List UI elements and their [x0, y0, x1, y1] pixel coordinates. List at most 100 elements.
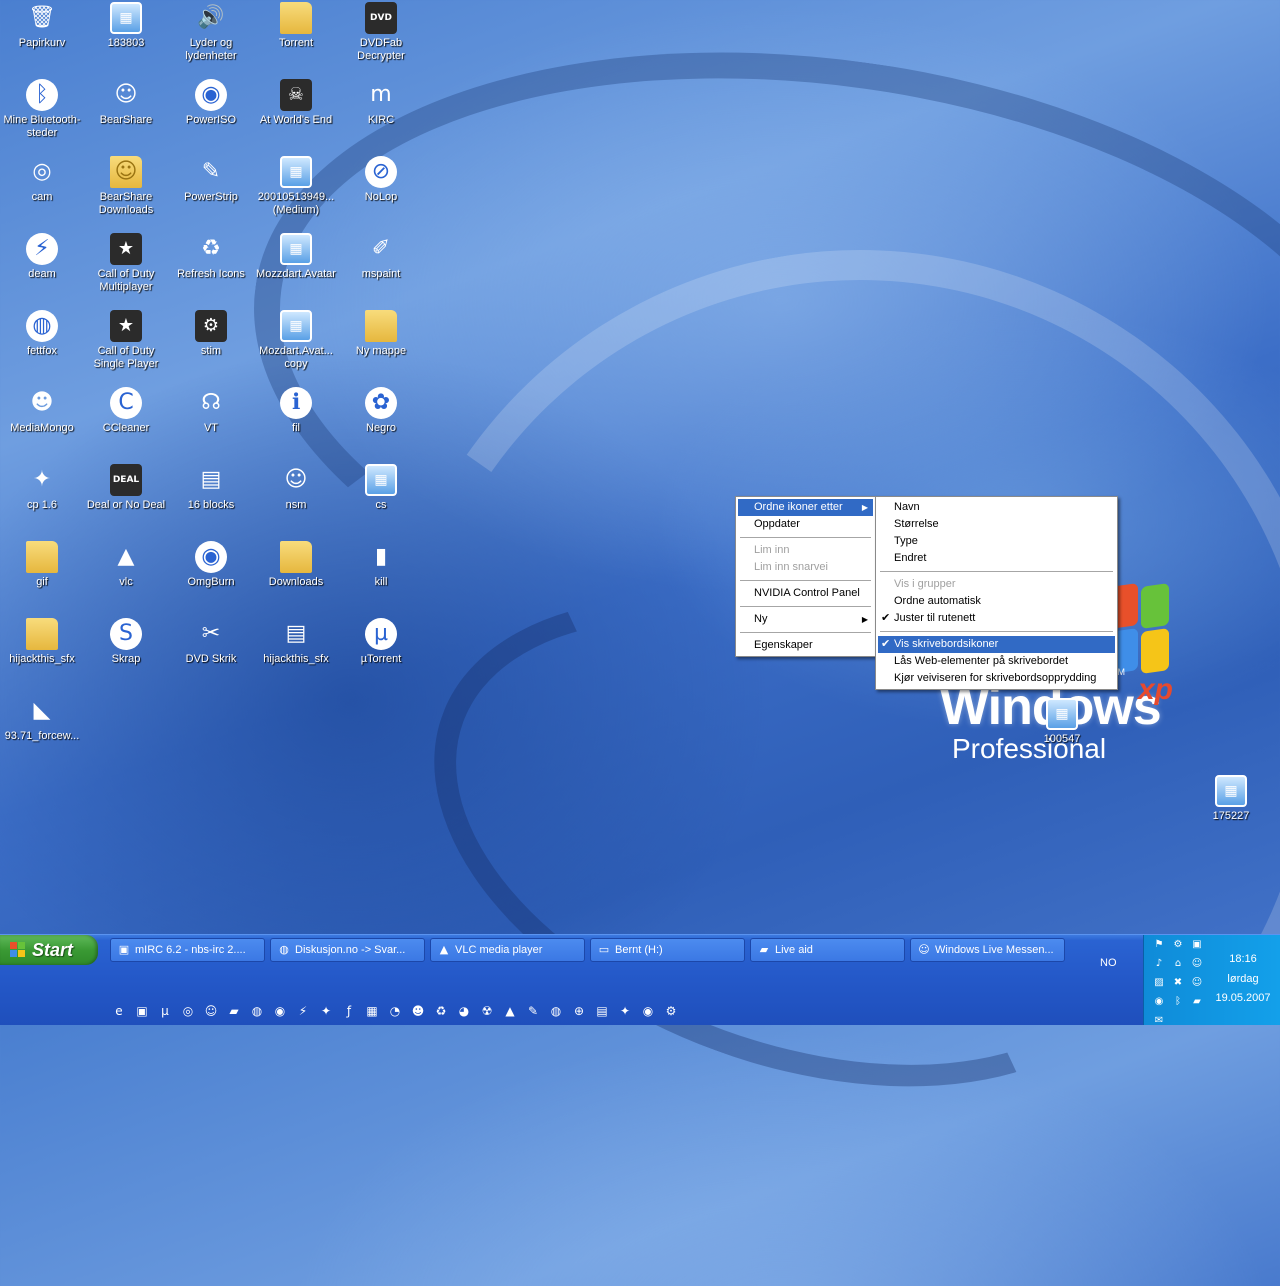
quick-launch-icon[interactable]: ◍ — [547, 1002, 565, 1020]
desktop-icon[interactable]: ☠ At World's End — [254, 79, 338, 127]
desktop-icon[interactable]: DVD DVDFab Decrypter — [339, 2, 423, 63]
tray-icon[interactable]: ⌂ — [1171, 957, 1185, 971]
context-menu-item[interactable]: NVIDIA Control Panel — [738, 585, 873, 602]
quick-launch-icon[interactable]: ▣ — [133, 1002, 151, 1020]
quick-launch-icon[interactable]: ☻ — [409, 1002, 427, 1020]
desktop-icon[interactable]: ✦ cp 1.6 — [0, 464, 84, 512]
desktop-icon[interactable]: gif — [0, 541, 84, 589]
desktop-icon[interactable]: m KIRC — [339, 79, 423, 127]
desktop-icon[interactable]: ℹ fil — [254, 387, 338, 435]
tray-icon[interactable]: ▣ — [1190, 938, 1204, 952]
desktop-icon[interactable]: ☺ BearShare — [84, 79, 168, 127]
quick-launch-icon[interactable]: ♻ — [432, 1002, 450, 1020]
quick-launch-icon[interactable]: ☺ — [202, 1002, 220, 1020]
desktop-icon[interactable]: hijackthis_sfx — [0, 618, 84, 666]
taskbar-button[interactable]: ☺ Windows Live Messen... — [910, 938, 1065, 962]
quick-launch-icon[interactable]: ▦ — [363, 1002, 381, 1020]
quick-launch-icon[interactable]: ▰ — [225, 1002, 243, 1020]
desktop-icon[interactable]: DEAL Deal or No Deal — [84, 464, 168, 512]
clock-day[interactable]: lørdag — [1208, 973, 1278, 985]
desktop-icon[interactable]: S Skrap — [84, 618, 168, 666]
taskbar-button[interactable]: ▲ VLC media player — [430, 938, 585, 962]
desktop-icon[interactable]: ⚡ deam — [0, 233, 84, 281]
clock-date[interactable]: 19.05.2007 — [1208, 992, 1278, 1004]
quick-launch-icon[interactable]: ◉ — [271, 1002, 289, 1020]
taskbar-button[interactable]: ▭ Bernt (H:) — [590, 938, 745, 962]
desktop-icon[interactable]: ✐ mspaint — [339, 233, 423, 281]
desktop-icon[interactable]: 🔊 Lyder og lydenheter — [169, 2, 253, 63]
desktop-icon[interactable]: ✿ Negro — [339, 387, 423, 435]
desktop-icon[interactable]: ◍ fettfox — [0, 310, 84, 358]
submenu-item[interactable]: ✔ Juster til rutenett — [878, 610, 1115, 627]
tray-icon[interactable]: ▨ — [1152, 976, 1166, 990]
submenu-item[interactable]: Navn — [878, 499, 1115, 516]
taskbar-button[interactable]: ▰ Live aid — [750, 938, 905, 962]
desktop-icon[interactable]: ◎ cam — [0, 156, 84, 204]
desktop-icon[interactable]: ▤ 16 blocks — [169, 464, 253, 512]
desktop-icon[interactable]: Downloads — [254, 541, 338, 589]
quick-launch-icon[interactable]: ◉ — [639, 1002, 657, 1020]
tray-icon[interactable]: ✖ — [1171, 976, 1185, 990]
submenu-item[interactable]: ✔ Vis skrivebordsikoner — [878, 636, 1115, 653]
tray-icon[interactable]: ☺ — [1190, 957, 1204, 971]
tray-icon[interactable]: ⚑ — [1152, 938, 1166, 952]
clock-time[interactable]: 18:16 — [1208, 953, 1278, 965]
quick-launch-icon[interactable]: ⊕ — [570, 1002, 588, 1020]
submenu-item[interactable]: Type — [878, 533, 1115, 550]
desktop-icon[interactable]: ◉ PowerISO — [169, 79, 253, 127]
quick-launch-icon[interactable]: µ — [156, 1002, 174, 1020]
quick-launch-icon[interactable]: ▤ — [593, 1002, 611, 1020]
quick-launch-icon[interactable]: e — [110, 1002, 128, 1020]
desktop-icon[interactable]: ✎ PowerStrip — [169, 156, 253, 204]
desktop-icon[interactable]: ☺ BearShare Downloads — [84, 156, 168, 217]
desktop-icon[interactable]: ⚙ stim — [169, 310, 253, 358]
desktop-icon[interactable]: ◣ 93.71_forcew... — [0, 695, 84, 743]
quick-launch-icon[interactable]: ⚡ — [294, 1002, 312, 1020]
desktop-icon[interactable]: ⊘ NoLop — [339, 156, 423, 204]
desktop-icon[interactable]: C CCleaner — [84, 387, 168, 435]
quick-launch-icon[interactable]: ◔ — [386, 1002, 404, 1020]
submenu-item[interactable]: Endret — [878, 550, 1115, 567]
taskbar-button[interactable]: ◍ Diskusjon.no -> Svar... — [270, 938, 425, 962]
context-menu-item[interactable]: Ny ▶ — [738, 611, 873, 628]
desktop-icon[interactable]: ▦ cs — [339, 464, 423, 512]
context-menu-item[interactable]: Oppdater — [738, 516, 873, 533]
quick-launch-icon[interactable]: ◎ — [179, 1002, 197, 1020]
desktop-icon[interactable]: ᛒ Mine Bluetooth-steder — [0, 79, 84, 140]
submenu-item[interactable]: Størrelse — [878, 516, 1115, 533]
submenu-item[interactable]: Ordne automatisk — [878, 593, 1115, 610]
desktop-icon[interactable]: ▦ 175227 — [1189, 775, 1273, 823]
desktop-icon[interactable]: 🗑 Papirkurv — [0, 2, 84, 50]
quick-launch-icon[interactable]: ✦ — [317, 1002, 335, 1020]
desktop-icon[interactable]: ☊ VT — [169, 387, 253, 435]
quick-launch-icon[interactable]: ƒ — [340, 1002, 358, 1020]
tray-icon[interactable]: ▰ — [1190, 995, 1204, 1009]
quick-launch-icon[interactable]: ✦ — [616, 1002, 634, 1020]
desktop-icon[interactable]: ▮ kill — [339, 541, 423, 589]
desktop-icon[interactable]: ☻ MediaMongo — [0, 387, 84, 435]
tray-icon[interactable]: ᛒ — [1171, 995, 1185, 1009]
desktop-icon[interactable]: ▦ Mozdart.Avat... copy — [254, 310, 338, 371]
desktop-icon[interactable]: Torrent — [254, 2, 338, 50]
quick-launch-icon[interactable]: ✎ — [524, 1002, 542, 1020]
desktop-icon[interactable]: µ µTorrent — [339, 618, 423, 666]
desktop-icon[interactable]: ▲ vlc — [84, 541, 168, 589]
desktop-icon[interactable]: ★ Call of Duty Multiplayer — [84, 233, 168, 294]
quick-launch-icon[interactable]: ◕ — [455, 1002, 473, 1020]
language-indicator[interactable]: NO — [1100, 957, 1117, 969]
tray-icon[interactable]: ☺ — [1190, 976, 1204, 990]
tray-icon[interactable]: ⚙ — [1171, 938, 1185, 952]
desktop-icon[interactable]: ♻ Refresh Icons — [169, 233, 253, 281]
quick-launch-icon[interactable]: ☢ — [478, 1002, 496, 1020]
tray-icon[interactable]: ♪ — [1152, 957, 1166, 971]
desktop-icon[interactable]: Ny mappe — [339, 310, 423, 358]
tray-icon[interactable]: ✉ — [1152, 1014, 1166, 1028]
desktop-icon[interactable]: ✂ DVD Skrik — [169, 618, 253, 666]
desktop-icon[interactable]: ▦ Mozzdart.Avatar — [254, 233, 338, 281]
taskbar-button[interactable]: ▣ mIRC 6.2 - nbs-irc 2.... — [110, 938, 265, 962]
desktop-icon[interactable]: ▦ 100547 — [1020, 698, 1104, 746]
quick-launch-icon[interactable]: ◍ — [248, 1002, 266, 1020]
desktop-icon[interactable]: ▦ 20010513949... (Medium) — [254, 156, 338, 217]
submenu-item[interactable]: Kjør veiviseren for skrivebordsoppryddin… — [878, 670, 1115, 687]
quick-launch-icon[interactable]: ▲ — [501, 1002, 519, 1020]
